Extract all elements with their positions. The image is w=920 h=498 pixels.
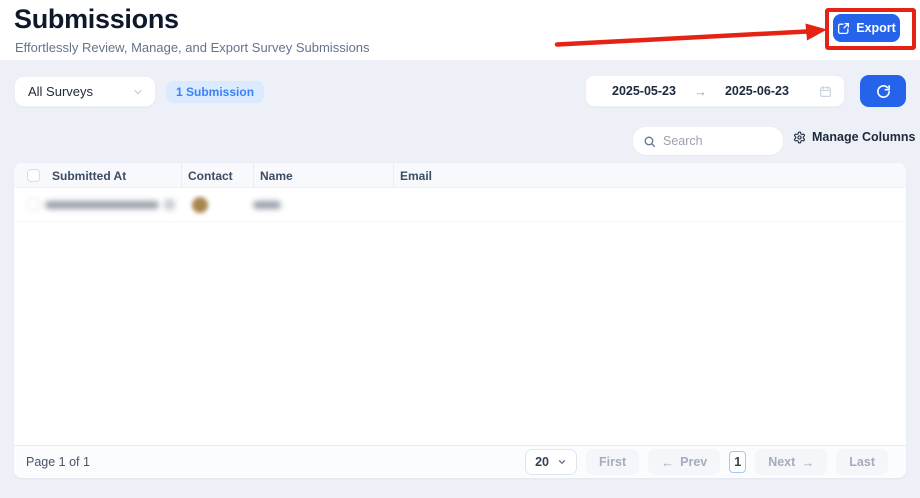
column-divider (393, 163, 394, 188)
page-summary: Page 1 of 1 (26, 455, 90, 469)
last-page-button[interactable]: Last (836, 449, 888, 475)
blurred-submitted-at-cell (45, 201, 159, 209)
arrow-left-icon: ← (661, 454, 675, 470)
current-page-indicator[interactable]: 1 (729, 451, 747, 473)
column-header-contact: Contact (188, 169, 233, 183)
prev-page-label: Prev (680, 455, 708, 469)
column-divider (253, 163, 254, 188)
search-box[interactable] (633, 127, 783, 155)
export-button[interactable]: Export (833, 14, 900, 42)
page-size-value: 20 (535, 455, 549, 469)
manage-columns-label: Manage Columns (812, 130, 916, 144)
manage-columns-button[interactable]: Manage Columns (793, 130, 916, 144)
column-header-submitted-at: Submitted At (52, 169, 127, 183)
calendar-icon (820, 85, 831, 97)
arrow-right-icon: → (801, 454, 815, 470)
next-page-button[interactable]: Next → (755, 449, 828, 475)
column-header-name: Name (260, 169, 293, 183)
blurred-name-cell (253, 201, 281, 209)
export-icon (838, 22, 850, 34)
first-page-label: First (599, 455, 627, 469)
export-button-label: Export (856, 21, 896, 35)
survey-filter-value: All Surveys (28, 84, 94, 99)
date-range-arrow-icon: → (693, 83, 707, 99)
select-all-checkbox[interactable] (27, 169, 40, 182)
page-size-select[interactable]: 20 (525, 449, 578, 475)
table-row[interactable] (14, 188, 906, 222)
avatar (192, 197, 208, 213)
table-footer: Page 1 of 1 20 First ← Prev 1 Next → Las… (14, 445, 906, 478)
table-header-row: Submitted At Contact Name Email (14, 163, 906, 188)
date-to-value[interactable]: 2025-06-23 (725, 84, 789, 98)
page-subtitle: Effortlessly Review, Manage, and Export … (15, 40, 370, 55)
submission-count-badge: 1 Submission (166, 81, 265, 103)
refresh-button[interactable] (860, 75, 906, 107)
prev-page-button[interactable]: ← Prev (648, 449, 721, 475)
page-title: Submissions (14, 4, 179, 34)
date-range-picker[interactable]: 2025-05-23 → 2025-06-23 (585, 75, 845, 107)
gear-icon (794, 131, 805, 143)
next-page-label: Next (768, 455, 796, 469)
date-from-value[interactable]: 2025-05-23 (612, 84, 676, 98)
last-page-label: Last (849, 455, 875, 469)
search-icon (644, 136, 656, 147)
blurred-copy-icon (164, 199, 175, 210)
submissions-table: Submitted At Contact Name Email Page 1 o… (14, 163, 906, 478)
search-input[interactable] (663, 134, 773, 148)
column-divider (181, 163, 182, 188)
chevron-down-icon (134, 89, 142, 94)
refresh-icon (876, 84, 890, 98)
pagination-controls: 20 First ← Prev 1 Next → Last (525, 449, 888, 475)
row-checkbox[interactable] (27, 198, 40, 211)
first-page-button[interactable]: First (586, 449, 640, 475)
survey-filter-select[interactable]: All Surveys (14, 76, 156, 107)
column-header-email: Email (400, 169, 433, 183)
chevron-down-icon (558, 460, 566, 464)
page-header: Submissions Effortlessly Review, Manage,… (0, 0, 920, 60)
